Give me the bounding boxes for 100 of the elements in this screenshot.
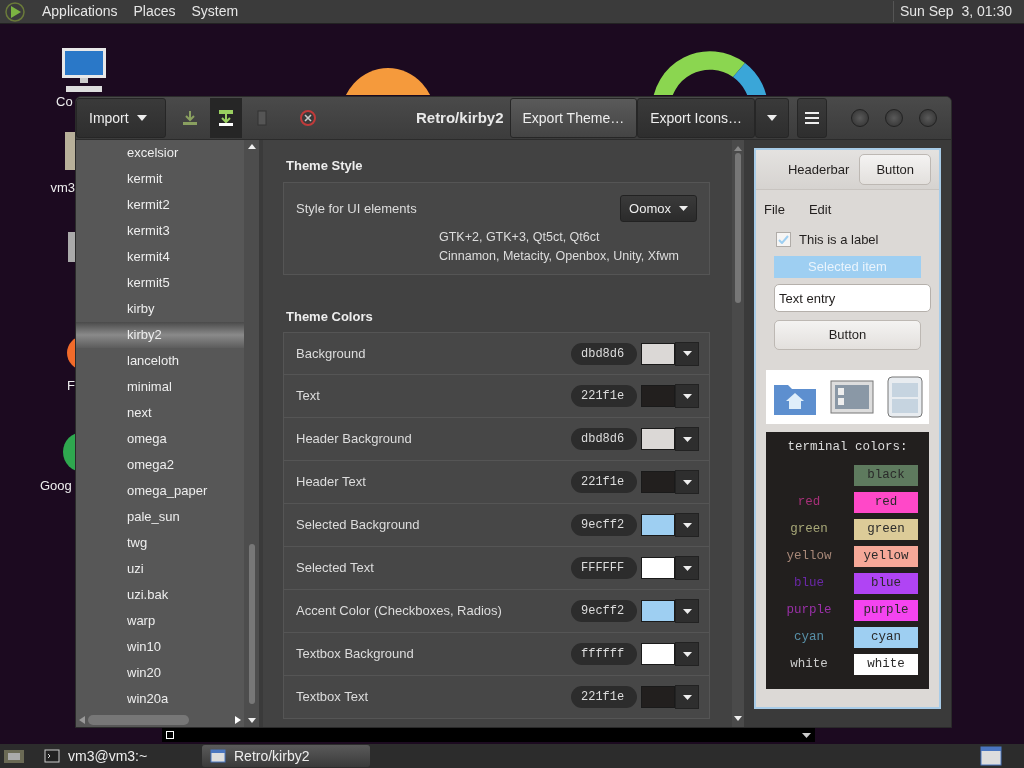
- theme-list-item[interactable]: kermit5: [76, 270, 244, 296]
- caret-icon[interactable]: [802, 732, 811, 738]
- color-dropdown[interactable]: [675, 556, 699, 580]
- color-dropdown[interactable]: [675, 513, 699, 537]
- scroll-down-icon[interactable]: [734, 716, 742, 721]
- terminal-color-label: red: [796, 493, 822, 511]
- desktop-icon-label[interactable]: Co: [56, 92, 73, 112]
- theme-list-item[interactable]: win20: [76, 660, 244, 686]
- hex-value: dbd8d6: [571, 342, 637, 365]
- color-label: Header Text: [296, 473, 366, 492]
- terminal-color-sample: green: [854, 518, 918, 540]
- theme-list-item[interactable]: kermit: [76, 166, 244, 192]
- color-swatch[interactable]: [641, 686, 675, 708]
- style-dropdown[interactable]: Oomox: [620, 194, 697, 222]
- color-dropdown[interactable]: [675, 470, 699, 494]
- theme-list-item[interactable]: twg: [76, 530, 244, 556]
- color-swatch[interactable]: [641, 557, 675, 579]
- color-swatch[interactable]: [641, 643, 675, 665]
- color-dropdown[interactable]: [675, 599, 699, 623]
- theme-list-item[interactable]: kermit2: [76, 192, 244, 218]
- desktop-icon-label[interactable]: Goog: [40, 476, 72, 496]
- theme-list-item[interactable]: kirby2: [76, 322, 244, 348]
- color-dropdown[interactable]: [675, 341, 699, 366]
- desktop-icon-label[interactable]: vm3: [50, 178, 75, 198]
- terminal-title: terminal colors:: [786, 439, 909, 456]
- toolbar-button[interactable]: [210, 98, 242, 138]
- panel-menu[interactable]: Applications: [42, 1, 118, 22]
- color-label: Header Background: [296, 430, 412, 449]
- section-heading: Theme Colors: [285, 307, 374, 326]
- hex-value: 9ecff2: [571, 600, 637, 622]
- export-icons-button[interactable]: Export Icons…: [637, 98, 755, 138]
- theme-list-item[interactable]: omega: [76, 426, 244, 452]
- headerbar-button[interactable]: Button: [859, 153, 931, 186]
- caret-icon: [682, 351, 692, 356]
- desktop-icon-label[interactable]: F: [67, 376, 75, 396]
- theme-list-item[interactable]: omega_paper: [76, 478, 244, 504]
- terminal-color-label: white: [789, 655, 829, 673]
- color-dropdown[interactable]: [675, 384, 699, 408]
- theme-list-item[interactable]: kermit3: [76, 218, 244, 244]
- text-entry[interactable]: Text entry: [774, 284, 931, 312]
- color-swatch[interactable]: [641, 385, 675, 407]
- window-list-icon[interactable]: [980, 746, 1002, 766]
- taskbar-button[interactable]: Retro/kirby2: [202, 745, 370, 767]
- menu-logo-icon[interactable]: [4, 0, 26, 23]
- theme-list-item[interactable]: win10: [76, 634, 244, 660]
- scroll-right-icon[interactable]: [235, 715, 241, 724]
- theme-list-item[interactable]: omega2: [76, 452, 244, 478]
- theme-list-item[interactable]: kermit4: [76, 244, 244, 270]
- color-dropdown[interactable]: [675, 642, 699, 666]
- caret-icon: [682, 393, 692, 399]
- scroll-down-icon[interactable]: [247, 718, 256, 723]
- theme-list-item[interactable]: warp: [76, 608, 244, 634]
- caret-icon: [136, 115, 147, 121]
- theme-list-item[interactable]: minimal: [76, 374, 244, 400]
- color-dropdown[interactable]: [675, 685, 699, 709]
- menu-button[interactable]: [797, 98, 827, 138]
- terminal-color-label: blue: [793, 574, 825, 592]
- hex-value: FFFFFF: [571, 557, 637, 579]
- caret-icon: [767, 115, 777, 121]
- preview-button[interactable]: Button: [774, 320, 921, 350]
- theme-list-item[interactable]: excelsior: [76, 140, 244, 166]
- theme-list-item[interactable]: win20a: [76, 686, 244, 712]
- caret-icon: [682, 565, 692, 571]
- vertical-scrollbar-thumb[interactable]: [735, 153, 741, 303]
- theme-list-item[interactable]: lanceloth: [76, 348, 244, 374]
- theme-list-item[interactable]: uzi.bak: [76, 582, 244, 608]
- taskbar-button[interactable]: vm3@vm3:~: [36, 745, 186, 767]
- color-label: Selected Background: [296, 516, 420, 535]
- caret-icon: [682, 608, 692, 614]
- checkbox[interactable]: [776, 231, 791, 247]
- horizontal-scrollbar-thumb[interactable]: [88, 714, 189, 725]
- import-button[interactable]: Import: [76, 98, 166, 138]
- color-swatch[interactable]: [641, 471, 675, 493]
- color-label: Accent Color (Checkboxes, Radios): [296, 602, 502, 621]
- supported-list-text: Cinnamon, Metacity, Openbox, Unity, Xfwm: [439, 247, 680, 265]
- terminal-icon: [44, 749, 60, 763]
- color-swatch[interactable]: [641, 600, 675, 622]
- panel-menu[interactable]: System: [191, 1, 239, 22]
- window-icon: [210, 749, 226, 763]
- export-theme-button[interactable]: Export Theme…: [509, 98, 638, 138]
- color-swatch[interactable]: [641, 428, 675, 450]
- dropdown-button[interactable]: [755, 98, 789, 138]
- supported-list-text: GTK+2, GTK+3, Qt5ct, Qt6ct: [439, 229, 601, 246]
- theme-list-item[interactable]: pale_sun: [76, 504, 244, 530]
- theme-list-item[interactable]: kirby: [76, 296, 244, 322]
- panel-menu[interactable]: Places: [133, 1, 176, 22]
- color-swatch[interactable]: [641, 342, 675, 365]
- menu-item[interactable]: Edit: [808, 200, 832, 220]
- menu-item[interactable]: File: [764, 200, 785, 220]
- clock: Sun Sep 3, 01:30: [892, 1, 1020, 22]
- theme-list-item[interactable]: uzi: [76, 556, 244, 582]
- vertical-scrollbar-thumb[interactable]: [248, 544, 255, 704]
- color-swatch[interactable]: [641, 514, 675, 536]
- theme-list-item[interactable]: next: [76, 400, 244, 426]
- terminal-color-label: cyan: [793, 628, 825, 646]
- terminal-color-sample: yellow: [854, 545, 918, 567]
- color-dropdown[interactable]: [675, 427, 699, 451]
- section-heading: Theme Style: [285, 157, 364, 175]
- scroll-up-icon[interactable]: [247, 144, 256, 149]
- square-icon: [166, 731, 174, 739]
